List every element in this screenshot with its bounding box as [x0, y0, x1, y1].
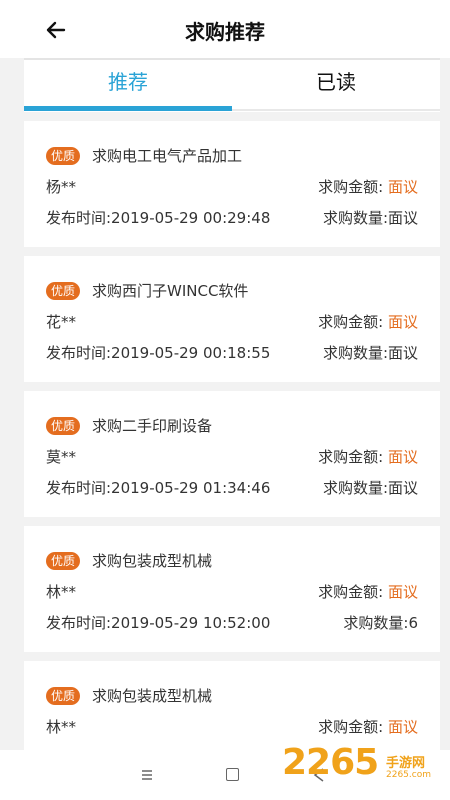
buyer-name: 杨**: [46, 178, 77, 196]
active-tab-indicator: [24, 106, 232, 111]
menu-icon[interactable]: [141, 769, 153, 781]
purchase-amount: 求购金额: 面议: [318, 176, 418, 197]
quality-badge: 优质: [46, 282, 80, 300]
buyer-name: 花**: [46, 313, 77, 331]
buyer-name: 莫**: [46, 448, 77, 466]
amount-label: 求购金额:: [318, 718, 388, 736]
amount-label: 求购金额:: [318, 178, 388, 196]
tab-recommend[interactable]: 推荐: [24, 60, 232, 112]
list-item[interactable]: 优质 求购西门子WINCC软件 花** 求购金额: 面议 发布时间:2019-0…: [24, 256, 440, 382]
tab-bar: 推荐 已读: [24, 58, 440, 112]
purchase-quantity: 求购数量:面议: [322, 344, 418, 362]
publish-time: 发布时间:2019-05-29 00:18:55: [46, 344, 271, 362]
page-title: 求购推荐: [185, 20, 265, 44]
amount-label: 求购金额:: [318, 448, 388, 466]
list-item[interactable]: 优质 求购二手印刷设备 莫** 求购金额: 面议 发布时间:2019-05-29…: [24, 391, 440, 517]
amount-value: 面议: [387, 313, 418, 331]
item-title: 求购西门子WINCC软件: [92, 282, 249, 300]
publish-time: 发布时间:2019-05-29 01:34:46: [46, 479, 271, 497]
buyer-name: 林**: [46, 583, 77, 601]
watermark-text: 手游网: [386, 756, 426, 771]
home-square-icon[interactable]: [226, 768, 239, 781]
quality-badge: 优质: [46, 552, 80, 570]
purchase-amount: 求购金额: 面议: [318, 446, 418, 467]
item-title: 求购包装成型机械: [92, 687, 213, 705]
purchase-amount: 求购金额: 面议: [318, 311, 418, 332]
item-title: 求购二手印刷设备: [92, 417, 213, 435]
quality-badge: 优质: [46, 417, 80, 435]
purchase-quantity: 求购数量:面议: [322, 479, 418, 497]
quality-badge: 优质: [46, 687, 80, 705]
app-header: 求购推荐: [0, 0, 450, 58]
purchase-quantity: 求购数量:面议: [322, 209, 418, 227]
purchase-amount: 求购金额: 面议: [318, 581, 418, 602]
item-title: 求购包装成型机械: [92, 552, 213, 570]
watermark-url: 2265.com: [386, 770, 431, 780]
list-item[interactable]: 优质 求购包装成型机械 林** 求购金额: 面议 发布时间:2019-05-29…: [24, 526, 440, 652]
item-title: 求购电工电气产品加工: [92, 147, 243, 165]
publish-time: 发布时间:2019-05-29 00:29:48: [46, 209, 271, 227]
amount-value: 面议: [387, 448, 418, 466]
watermark-number: 2265: [282, 742, 379, 783]
amount-label: 求购金额:: [318, 313, 388, 331]
purchase-quantity: 求购数量:6: [343, 614, 418, 632]
site-watermark: 2265 手游网 2265.com: [282, 740, 442, 796]
quality-badge: 优质: [46, 147, 80, 165]
publish-time: 发布时间:2019-05-29 10:52:00: [46, 614, 271, 632]
purchase-amount: 求购金额: 面议: [318, 716, 418, 737]
buyer-name: 林**: [46, 718, 77, 736]
tab-read[interactable]: 已读: [232, 60, 440, 112]
amount-label: 求购金额:: [318, 583, 388, 601]
tab-divider-line: [232, 109, 440, 111]
amount-value: 面议: [387, 178, 418, 196]
amount-value: 面议: [387, 718, 418, 736]
amount-value: 面议: [387, 583, 418, 601]
list-item[interactable]: 优质 求购电工电气产品加工 杨** 求购金额: 面议 发布时间:2019-05-…: [24, 121, 440, 247]
